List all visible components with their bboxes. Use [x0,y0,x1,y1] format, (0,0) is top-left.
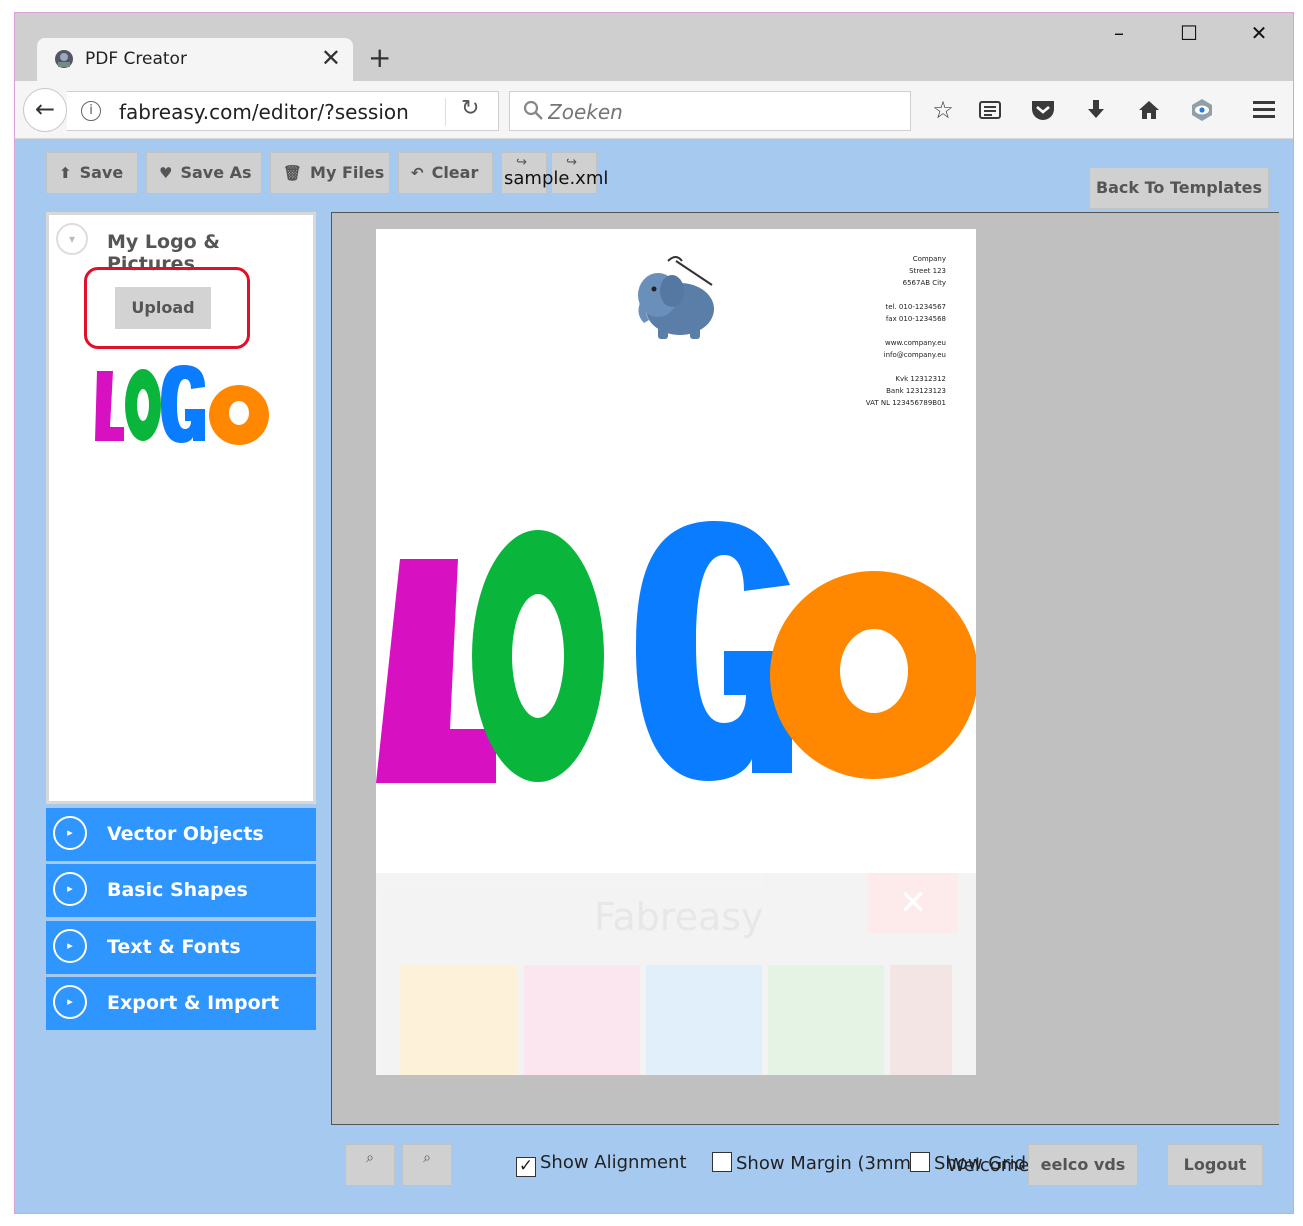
vat: VAT NL 123456789B01 [865,399,946,407]
search-bar[interactable] [509,91,911,131]
checkbox-checked-icon[interactable]: ✓ [516,1157,536,1177]
city: 6567AB City [902,279,946,287]
undo-icon: ↶ [411,164,424,182]
editor-canvas[interactable]: Company Street 123 6567AB City tel. 010-… [331,212,1279,1125]
email: info@company.eu [883,351,946,359]
my-files-button[interactable]: 🗑 My Files [270,152,390,194]
expand-chevron-icon: ▸ [53,872,87,906]
save-as-button[interactable]: ♥ Save As [146,152,262,194]
pdf-page[interactable]: Company Street 123 6567AB City tel. 010-… [376,229,976,1075]
maximize-icon[interactable]: ☐ [1167,21,1211,51]
upload-circle-icon: ⬆ [59,164,72,182]
title-bar: PDF Creator ✕ + – ☐ ✕ [15,13,1293,81]
kvk: Kvk 12312312 [895,375,946,383]
back-arrow-icon[interactable]: ← [23,88,67,132]
magic-wand-tile-icon[interactable] [768,965,884,1075]
new-tab-button[interactable]: + [368,41,391,74]
bank: Bank 123123123 [886,387,946,395]
street: Street 123 [909,267,946,275]
accordion-label: Vector Objects [107,823,264,845]
zoom-in-icon[interactable]: ⌕ [345,1144,395,1186]
checkbox-unchecked-icon[interactable] [910,1152,930,1172]
back-to-templates-button[interactable]: Back To Templates [1089,167,1269,209]
pdf-creator-favicon-icon [55,50,73,68]
collapse-chevron-icon[interactable]: ▾ [56,223,88,255]
site-info-icon[interactable]: i [81,101,101,121]
browser-tab[interactable]: PDF Creator ✕ [37,38,353,81]
expand-chevron-icon: ▸ [53,985,87,1019]
accordion-export-import[interactable]: ▸ Export & Import [46,977,316,1030]
overlay-close-icon[interactable]: ✕ [868,873,958,933]
reload-icon[interactable]: ↻ [461,96,479,121]
save-button-label: Save [79,163,124,182]
show-margin-checkbox[interactable]: Show Margin (3mm) [712,1152,918,1174]
bookmark-star-icon[interactable]: ☆ [928,95,958,125]
letterhead-address[interactable]: Company Street 123 6567AB City tel. 010-… [866,253,946,409]
upload-button[interactable]: Upload [115,287,211,329]
company-name: Company [912,255,946,263]
trash-icon: 🗑 [283,164,303,182]
logo-thumbnail[interactable] [91,361,277,447]
fax: fax 010-1234568 [885,315,946,323]
zoom-out-icon[interactable]: ⌕ [402,1144,452,1186]
checkbox-unchecked-icon[interactable] [712,1152,732,1172]
expand-chevron-icon: ▸ [53,929,87,963]
heart-icon: ♥ [159,164,173,182]
settings-tile-icon[interactable] [890,965,952,1075]
url-bar[interactable]: i fabreasy.com/editor/?session=M ↻ [67,91,499,131]
extension-eye-icon[interactable] [1187,95,1217,125]
hamburger-menu-icon[interactable] [1249,95,1279,125]
pocket-icon[interactable] [1028,95,1058,125]
minimize-icon[interactable]: – [1097,21,1141,51]
show-alignment-checkbox[interactable]: ✓ Show Alignment [516,1152,687,1177]
accordion-vector-objects[interactable]: ▸ Vector Objects [46,808,316,861]
logout-button[interactable]: Logout [1167,1144,1263,1186]
user-button[interactable]: eelco vds [1028,1144,1138,1186]
show-margin-label: Show Margin (3mm) [736,1153,919,1174]
tab-close-icon[interactable]: ✕ [321,44,341,72]
save-button[interactable]: ⬆ Save [46,152,138,194]
window-close-icon[interactable]: ✕ [1237,21,1281,51]
reading-list-icon[interactable] [975,95,1005,125]
folder-tile-icon[interactable] [400,965,518,1075]
website: www.company.eu [885,339,946,347]
elephant-image[interactable] [628,251,724,343]
big-logo-image[interactable] [376,521,976,791]
paperclip-tile-icon[interactable] [524,965,640,1075]
home-icon[interactable] [1134,95,1164,125]
tel: tel. 010-1234567 [885,303,946,311]
url-separator [445,98,446,126]
search-icon [523,100,543,120]
accordion-label: Basic Shapes [107,879,248,901]
overlay-title: Fabreasy [594,895,764,939]
navigation-bar: ← i fabreasy.com/editor/?session=M ↻ ☆ [15,81,1293,139]
downloads-icon[interactable] [1081,95,1111,125]
url-text[interactable]: fabreasy.com/editor/?session=M [119,100,409,124]
welcome-label: Welcome [947,1155,1030,1176]
accordion-label: Text & Fonts [107,936,241,958]
my-files-label: My Files [310,163,385,182]
expand-chevron-icon: ▸ [53,816,87,850]
clear-label: Clear [431,163,479,182]
show-alignment-label: Show Alignment [540,1152,687,1173]
search-input[interactable] [548,98,898,126]
browser-window: PDF Creator ✕ + – ☐ ✕ ← i fabreasy.com/e… [14,12,1294,1214]
accordion-label: Export & Import [107,992,280,1014]
clear-button[interactable]: ↶ Clear [398,152,493,194]
accordion-text-fonts[interactable]: ▸ Text & Fonts [46,921,316,974]
accordion-basic-shapes[interactable]: ▸ Basic Shapes [46,864,316,917]
xml-filename: sample.xml [504,168,609,189]
save-as-label: Save As [180,163,252,182]
printer-tile-icon[interactable] [646,965,762,1075]
logo-pictures-panel: ▾ My Logo & Pictures Upload [46,212,316,804]
tab-title: PDF Creator [85,49,187,69]
fabreasy-overlay: Fabreasy ✕ [376,873,976,1075]
